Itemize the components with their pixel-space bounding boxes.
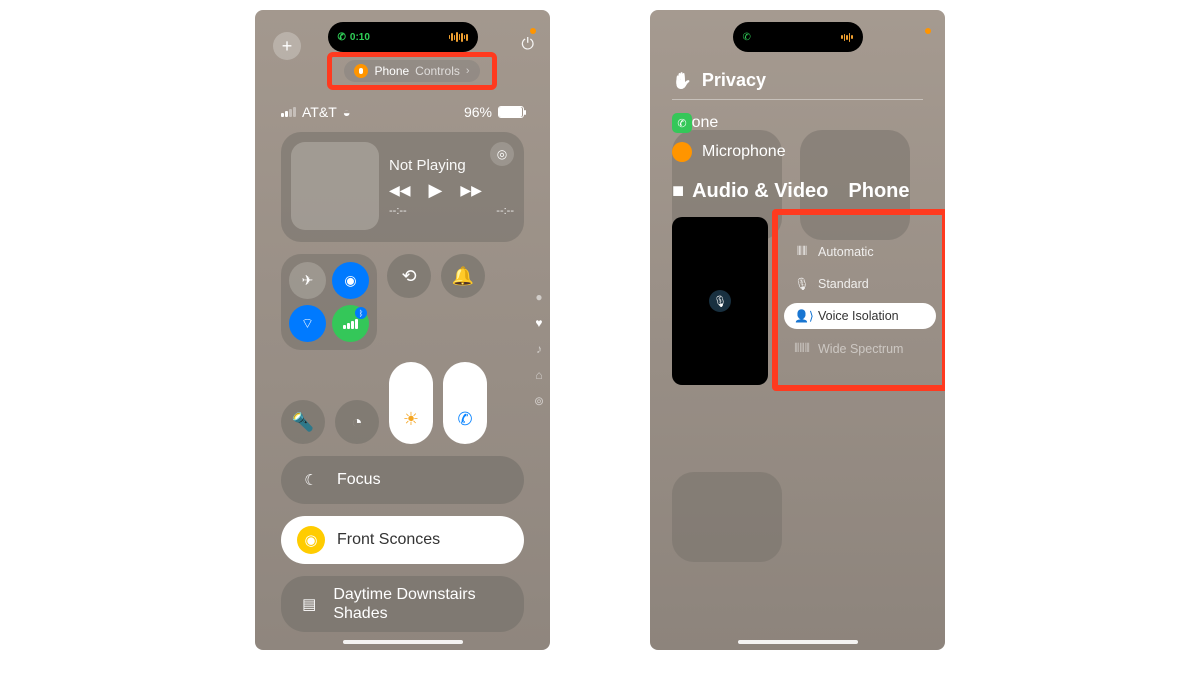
banner-sub-label: Controls xyxy=(415,64,460,78)
connectivity-card[interactable]: ✈ ◉ ⌔ ᛒ xyxy=(281,254,377,350)
shades-icon: ▤ xyxy=(297,590,321,618)
album-art-placeholder xyxy=(291,142,379,230)
microphone-icon xyxy=(354,64,368,78)
dynamic-island[interactable]: ✆ xyxy=(733,22,863,52)
focus-label: Focus xyxy=(337,471,381,489)
moon-icon: ☾ xyxy=(297,466,325,494)
airplay-icon[interactable]: ◎ xyxy=(490,142,514,166)
control-center-screenshot: ✆ 0:10 + ⏻ Phone Controls › AT&T ◒ 96% xyxy=(255,10,550,650)
sun-icon: ☀ xyxy=(403,409,419,430)
privacy-microphone-row[interactable]: Microphone xyxy=(672,142,923,162)
heart-icon: ♥ xyxy=(535,316,542,330)
flashlight-button[interactable]: 🔦 xyxy=(281,400,325,444)
dot-icon: ● xyxy=(535,290,542,304)
add-control-button[interactable]: + xyxy=(273,32,301,60)
brightness-slider[interactable]: ☀ xyxy=(389,362,433,444)
home-indicator[interactable] xyxy=(343,640,463,644)
active-call-indicator[interactable]: ✆ 0:10 xyxy=(338,32,370,43)
privacy-section-header: Privacy xyxy=(672,70,923,91)
remaining-time: --:-- xyxy=(496,205,514,217)
mic-mode-voice-isolation[interactable]: 👤⟩ Voice Isolation xyxy=(784,303,936,329)
airdrop-button[interactable]: ◉ xyxy=(332,262,369,299)
forward-icon[interactable]: ▶▶ xyxy=(460,182,482,199)
orientation-lock-button[interactable]: ⟲ xyxy=(387,254,431,298)
play-icon[interactable]: ▶ xyxy=(429,180,443,201)
microphone-active-dot-icon xyxy=(925,28,931,34)
control-center-body: Not Playing ◀◀ ▶ ▶▶ --:-- --:-- ◎ ✈ ◉ ⌔ xyxy=(281,132,524,640)
av-app-label: Phone xyxy=(848,180,909,203)
phone-icon: ✆ xyxy=(338,32,346,43)
av-heading: Audio & Video xyxy=(692,180,828,203)
microphone-icon xyxy=(672,142,692,162)
video-camera-icon: ■ xyxy=(672,180,684,203)
home-accessory-shades[interactable]: ▤ Daytime Downstairs Shades xyxy=(281,576,524,632)
audio-waveform-icon xyxy=(449,32,468,42)
home-accessory-front-sconces[interactable]: ◉ Front Sconces xyxy=(281,516,524,564)
microphone-label: Microphone xyxy=(702,143,786,161)
home-indicator[interactable] xyxy=(738,640,858,644)
bluetooth-icon: ᛒ xyxy=(355,307,367,319)
antenna-icon: ⊚ xyxy=(534,394,544,408)
mode-label: Standard xyxy=(818,277,869,291)
person-wave-icon: 👤⟩ xyxy=(794,309,810,323)
waveform-icon: ⦀⦀ xyxy=(794,244,810,259)
wifi-button[interactable]: ⌔ xyxy=(289,305,326,342)
now-playing-card[interactable]: Not Playing ◀◀ ▶ ▶▶ --:-- --:-- ◎ xyxy=(281,132,524,242)
mode-label: Wide Spectrum xyxy=(818,342,903,356)
banner-app-label: Phone xyxy=(374,64,409,78)
music-note-icon: ♪ xyxy=(536,342,542,356)
sconces-label: Front Sconces xyxy=(337,531,440,549)
power-icon[interactable]: ⏻ xyxy=(521,36,534,54)
audio-waveform-icon xyxy=(841,33,853,42)
battery-icon xyxy=(498,106,524,118)
cellular-signal-icon xyxy=(281,107,296,117)
carrier-label: AT&T xyxy=(302,104,337,120)
mic-mode-standard[interactable]: 🎙 Standard xyxy=(784,271,936,297)
mic-mode-automatic[interactable]: ⦀⦀ Automatic xyxy=(784,238,936,265)
volume-slider[interactable]: ✆ xyxy=(443,362,487,444)
cellular-data-button[interactable]: ᛒ xyxy=(332,305,369,342)
divider xyxy=(672,99,923,100)
privacy-heading: Privacy xyxy=(702,70,766,91)
notification-bell-button[interactable]: 🔔 xyxy=(441,254,485,298)
phone-icon: ✆ xyxy=(743,32,751,43)
status-bar: AT&T ◒ 96% xyxy=(281,104,524,120)
rewind-icon[interactable]: ◀◀ xyxy=(389,182,411,199)
microphone-active-dot-icon xyxy=(530,28,536,34)
home-icon: ⌂ xyxy=(535,368,542,382)
phone-app-icon: ✆ xyxy=(672,113,692,133)
phone-icon: ✆ xyxy=(457,409,472,430)
microphone-glyph-icon: 🎙 xyxy=(709,290,731,312)
call-duration: 0:10 xyxy=(350,32,370,43)
timer-button[interactable]: ◔ xyxy=(335,400,379,444)
shades-label: Daytime Downstairs Shades xyxy=(333,585,508,623)
battery-percent: 96% xyxy=(464,104,492,120)
audio-video-section-header: ■ Audio & Video Phone xyxy=(672,180,923,203)
microphone-icon: 🎙 xyxy=(794,277,810,291)
lightbulb-icon: ◉ xyxy=(297,526,325,554)
annotation-highlight-box: Phone Controls › xyxy=(327,52,497,90)
camera-preview: 🎙 xyxy=(672,217,768,385)
mic-mode-wide-spectrum[interactable]: ⦀⦀⦀ Wide Spectrum xyxy=(784,335,936,362)
airplane-mode-button[interactable]: ✈ xyxy=(289,262,326,299)
mode-label: Voice Isolation xyxy=(818,309,899,323)
chevron-right-icon: › xyxy=(466,65,470,77)
dynamic-island[interactable]: ✆ 0:10 xyxy=(328,22,478,52)
mic-mode-screenshot: ✆ Privacy ✆ Phone Microphone ■ Audio & V… xyxy=(650,10,945,650)
mode-label: Automatic xyxy=(818,245,874,259)
wide-wave-icon: ⦀⦀⦀ xyxy=(794,341,810,356)
hand-icon xyxy=(672,70,692,91)
focus-button[interactable]: ☾ Focus xyxy=(281,456,524,504)
annotation-highlight-box: ⦀⦀ Automatic 🎙 Standard 👤⟩ Voice Isolati… xyxy=(772,209,945,391)
privacy-phone-row[interactable]: ✆ Phone xyxy=(672,114,923,132)
page-indicator[interactable]: ● ♥ ♪ ⌂ ⊚ xyxy=(534,290,544,408)
phone-controls-banner[interactable]: Phone Controls › xyxy=(344,60,479,82)
wifi-icon: ◒ xyxy=(343,105,351,120)
elapsed-time: --:-- xyxy=(389,205,407,217)
